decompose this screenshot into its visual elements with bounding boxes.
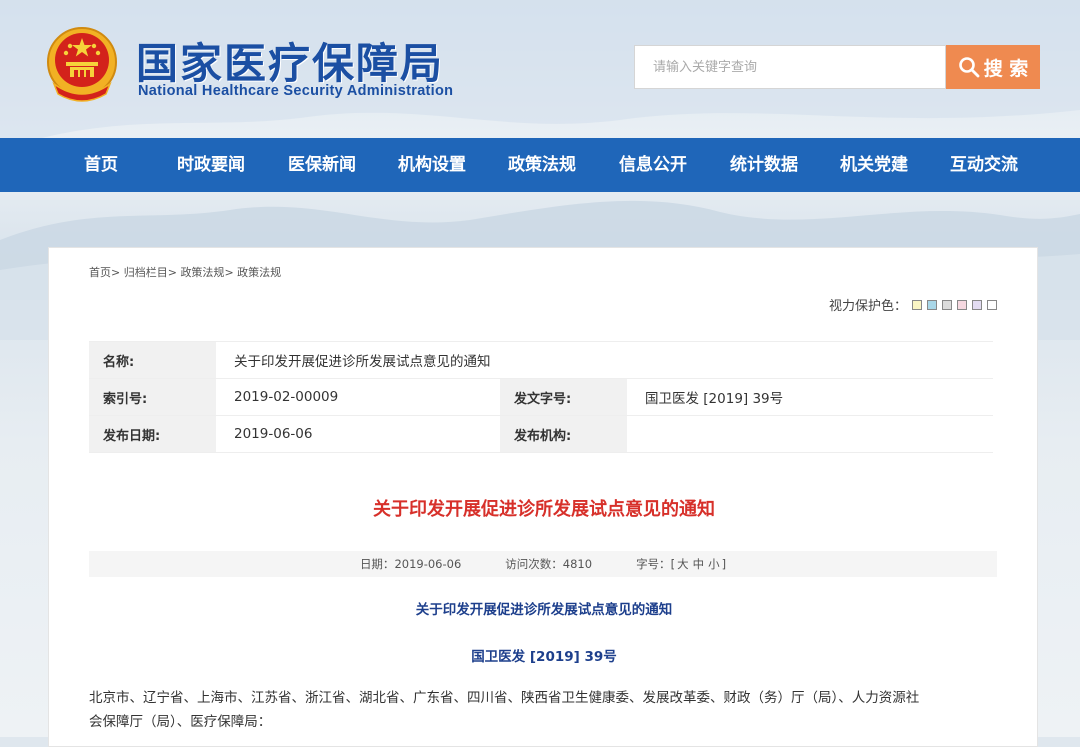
article-visits-label: 访问次数：: [505, 557, 563, 571]
font-size-medium-button[interactable]: 中: [693, 556, 705, 572]
nav-item-home[interactable]: 首页: [84, 138, 118, 192]
search-button-label: 搜 索: [983, 57, 1029, 80]
article-info-bar: 日期： 2019-06-06 访问次数： 4810 字号： [ 大 中 小 ]: [89, 551, 997, 577]
table-row: 发布日期: 2019-06-06 发布机构:: [89, 415, 993, 453]
document-meta-table: 名称: 关于印发开展促进诊所发展试点意见的通知 索引号: 2019-02-000…: [89, 341, 993, 453]
eye-care-swatch-blue[interactable]: [927, 299, 937, 310]
font-size-label: 字号：: [636, 557, 671, 571]
search-icon: [958, 57, 980, 78]
meta-issuer-value: [627, 415, 993, 453]
font-size-large-button[interactable]: 大: [677, 556, 689, 572]
article-body: 北京市、辽宁省、上海市、江苏省、浙江省、湖北省、广东省、四川省、陕西省卫生健康委…: [89, 686, 999, 734]
article-date-label: 日期：: [359, 557, 395, 571]
site-logo-chinese[interactable]: 国家医疗保障局: [136, 30, 444, 91]
meta-date-value: 2019-06-06: [216, 415, 500, 453]
meta-issuer-label: 发布机构:: [500, 415, 627, 453]
site-header: 国家医疗保障局 National Healthcare Security Adm…: [0, 0, 1080, 138]
eye-care-swatch-purple[interactable]: [972, 299, 982, 310]
breadcrumb-policy[interactable]: 政策法规: [180, 266, 224, 279]
breadcrumb-home[interactable]: 首页: [89, 266, 111, 279]
article-visits: 访问次数： 4810: [505, 556, 592, 572]
article-visits-value: 4810: [562, 557, 593, 571]
nav-item-disclosure[interactable]: 信息公开: [619, 138, 687, 192]
eye-care-colors: 视力保护色：: [829, 295, 997, 314]
content-panel: 首页> 归档栏目> 政策法规> 政策法规 视力保护色： 名称: 关于印发开展促进…: [48, 247, 1038, 747]
meta-date-label: 发布日期:: [89, 415, 216, 453]
main-nav: 首页 时政要闻 医保新闻 机构设置 政策法规 信息公开 统计数据 机关党建 互动…: [0, 138, 1080, 192]
font-size-bracket: ]: [721, 557, 727, 571]
breadcrumb: 首页> 归档栏目> 政策法规> 政策法规: [89, 264, 281, 280]
article-date: 日期： 2019-06-06: [360, 556, 461, 572]
eye-care-swatch-white[interactable]: [987, 299, 997, 310]
meta-docno-value: 国卫医发 [2019] 39号: [627, 378, 993, 416]
table-row: 名称: 关于印发开展促进诊所发展试点意见的通知: [89, 341, 993, 379]
meta-docno-label: 发文字号:: [500, 378, 627, 416]
breadcrumb-policy-current[interactable]: 政策法规: [237, 266, 281, 279]
breadcrumb-separator: >: [111, 266, 121, 279]
font-size-control: 字号： [ 大 中 小 ]: [636, 556, 726, 572]
search-input[interactable]: [634, 45, 946, 89]
breadcrumb-separator: >: [167, 266, 177, 279]
table-row: 索引号: 2019-02-00009 发文字号: 国卫医发 [2019] 39号: [89, 378, 993, 416]
nav-item-statistics[interactable]: 统计数据: [730, 138, 798, 192]
eye-care-swatch-gray[interactable]: [942, 299, 952, 310]
article-body-line: 会保障厅（局）、医疗保障局：: [89, 714, 272, 730]
article-title: 关于印发开展促进诊所发展试点意见的通知: [373, 499, 715, 520]
nav-item-organization[interactable]: 机构设置: [398, 138, 466, 192]
meta-index-value: 2019-02-00009: [216, 378, 500, 416]
nav-item-policy[interactable]: 政策法规: [508, 138, 576, 192]
breadcrumb-separator: >: [224, 266, 234, 279]
search-button[interactable]: 搜 索: [946, 45, 1040, 89]
meta-index-label: 索引号:: [89, 378, 216, 416]
meta-name-label: 名称:: [89, 341, 216, 379]
article-doc-number: 国卫医发 [2019] 39号: [471, 649, 617, 665]
breadcrumb-archive[interactable]: 归档栏目: [124, 266, 168, 279]
eye-care-label: 视力保护色：: [828, 299, 907, 314]
article-subtitle: 关于印发开展促进诊所发展试点意见的通知: [415, 602, 673, 618]
meta-name-value: 关于印发开展促进诊所发展试点意见的通知: [216, 341, 993, 379]
eye-care-swatch-yellow[interactable]: [912, 299, 922, 310]
font-size-bracket: [: [670, 557, 676, 571]
eye-care-swatch-pink[interactable]: [957, 299, 967, 310]
font-size-small-button[interactable]: 小: [708, 556, 720, 572]
nav-item-party[interactable]: 机关党建: [840, 138, 908, 192]
national-emblem-icon[interactable]: [44, 24, 120, 104]
nav-item-news[interactable]: 医保新闻: [288, 138, 356, 192]
nav-item-interaction[interactable]: 互动交流: [950, 138, 1018, 192]
article-body-line: 北京市、辽宁省、上海市、江苏省、浙江省、湖北省、广东省、四川省、陕西省卫生健康委…: [89, 690, 920, 706]
site-logo-english[interactable]: National Healthcare Security Administrat…: [138, 83, 453, 99]
article-date-value: 2019-06-06: [394, 557, 462, 571]
nav-item-politics[interactable]: 时政要闻: [177, 138, 245, 192]
